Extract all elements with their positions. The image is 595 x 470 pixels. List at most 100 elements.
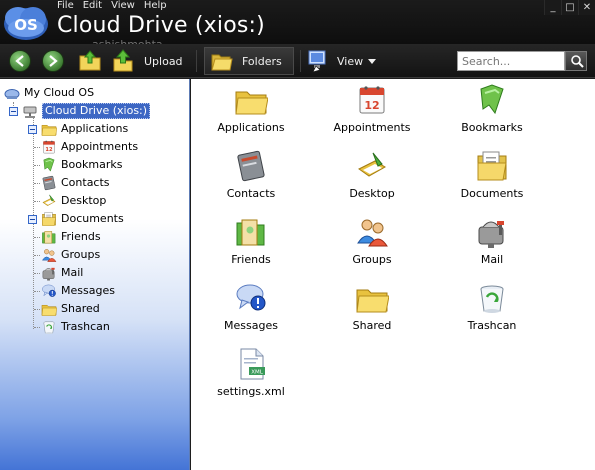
tree-root[interactable]: My Cloud OS (4, 85, 94, 101)
tree-item-shared[interactable]: Shared (41, 301, 100, 317)
tree-item-bookmarks[interactable]: Bookmarks (41, 157, 122, 173)
svg-text:12: 12 (364, 99, 379, 112)
toolbar-divider (300, 50, 301, 72)
cloud-network-icon (4, 89, 20, 99)
folder-up-icon[interactable] (78, 49, 102, 73)
contacts-icon (237, 150, 265, 182)
minimize-button[interactable]: _ (544, 0, 561, 15)
menu-edit[interactable]: Edit (83, 0, 102, 11)
search-input[interactable] (457, 51, 565, 71)
menu-view[interactable]: View (111, 0, 135, 11)
chevron-down-icon[interactable] (368, 59, 376, 64)
friends-icon (42, 231, 56, 244)
file-item-label: Groups (352, 253, 392, 266)
tree-item-groups[interactable]: Groups (41, 247, 100, 263)
file-item-trashcan[interactable]: Trashcan (432, 281, 552, 332)
folder-icon (356, 289, 389, 313)
forward-button[interactable] (42, 50, 64, 72)
tree-line (34, 273, 40, 274)
search-button[interactable] (565, 51, 587, 71)
bookmarks-icon (43, 157, 55, 172)
svg-text:12: 12 (45, 147, 53, 153)
file-item-messages[interactable]: Messages (191, 281, 311, 332)
file-item-shared[interactable]: Shared (312, 281, 432, 332)
messages-icon (42, 284, 56, 297)
file-item-label: Shared (352, 319, 392, 332)
file-item-contacts[interactable]: Contacts (191, 149, 311, 200)
tree-line (34, 147, 40, 148)
tree-item-desktop[interactable]: Desktop (41, 193, 106, 209)
file-item-label: Desktop (349, 187, 395, 200)
file-item-friends[interactable]: Friends (191, 215, 311, 266)
tree-item-label: Friends (61, 230, 101, 243)
tree-item-label: Appointments (61, 140, 139, 153)
tree-line (34, 201, 40, 202)
tree-item-trashcan[interactable]: Trashcan (41, 319, 110, 335)
tree-line (34, 183, 40, 184)
desktop-icon (42, 194, 56, 206)
trashcan-icon (43, 321, 55, 335)
tree-item-contacts[interactable]: Contacts (41, 175, 110, 191)
menu-file[interactable]: File (57, 0, 74, 11)
close-button[interactable]: ✕ (578, 0, 595, 15)
groups-icon (41, 249, 57, 262)
file-item-applications[interactable]: Applications (191, 83, 311, 134)
collapse-toggle[interactable] (28, 214, 37, 224)
tree-item-documents[interactable]: Documents (28, 211, 124, 227)
tree-item-label: Shared (61, 302, 100, 315)
menu-help[interactable]: Help (144, 0, 167, 11)
friends-icon (236, 219, 265, 246)
file-item-appointments[interactable]: 12 Appointments (312, 83, 432, 134)
tree-item-label: Bookmarks (61, 158, 123, 171)
file-item-documents[interactable]: Documents (432, 149, 552, 200)
folders-icon (211, 54, 233, 71)
collapse-toggle[interactable] (9, 106, 18, 116)
file-item-label: Friends (231, 253, 271, 266)
tree-item-appointments[interactable]: 12 Appointments (41, 139, 138, 155)
tree-line (34, 165, 40, 166)
file-item-label: Mail (480, 253, 504, 266)
file-item-bookmarks[interactable]: Bookmarks (432, 83, 552, 134)
file-item-groups[interactable]: Groups (312, 215, 432, 266)
tree-line (34, 237, 40, 238)
view-button[interactable]: View (337, 55, 363, 68)
folders-button[interactable]: Folders (204, 47, 294, 75)
tree-item-label: Trashcan (61, 320, 110, 333)
tree-item-applications[interactable]: Applications (28, 121, 128, 137)
collapse-toggle[interactable] (28, 124, 37, 134)
upload-button[interactable]: Upload (144, 55, 183, 68)
tree-line (34, 255, 40, 256)
tree-item-mail[interactable]: Mail (41, 265, 83, 281)
menu-bar: File Edit View Help (57, 0, 167, 11)
svg-text:OS: OS (14, 16, 38, 34)
maximize-button[interactable]: □ (561, 0, 578, 15)
file-view: Applications 12 Appointments Bookmarks Conta… (191, 79, 595, 470)
tree-root-label: My Cloud OS (24, 86, 95, 99)
view-icon[interactable] (307, 49, 329, 73)
contacts-icon (42, 175, 56, 191)
tree-item-messages[interactable]: Messages (41, 283, 115, 299)
tree-item-label: Messages (61, 284, 115, 297)
svg-text:XML: XML (251, 370, 264, 376)
file-item-settings-xml[interactable]: XML settings.xml (191, 347, 311, 398)
back-button[interactable] (9, 50, 31, 72)
file-item-label: Messages (224, 319, 278, 332)
arrow-right-icon (49, 55, 58, 67)
file-item-mail[interactable]: Mail (432, 215, 552, 266)
tree-line (34, 309, 40, 310)
folder-icon (41, 125, 57, 136)
bookmarks-icon (480, 84, 504, 115)
calendar-icon: 12 (359, 86, 385, 114)
trashcan-icon (480, 285, 504, 313)
tree-item-label: Mail (61, 266, 84, 279)
toolbar-divider (196, 50, 197, 72)
tree-drive[interactable]: Cloud Drive (xios:) (9, 103, 151, 119)
file-item-label: Trashcan (467, 319, 517, 332)
folders-label: Folders (242, 55, 282, 68)
toolbar: Upload Folders View (0, 44, 595, 78)
upload-icon[interactable] (111, 49, 135, 73)
tree-item-friends[interactable]: Friends (41, 229, 101, 245)
file-item-label: settings.xml (217, 385, 285, 398)
file-item-desktop[interactable]: Desktop (312, 149, 432, 200)
folder-icon (41, 305, 57, 316)
